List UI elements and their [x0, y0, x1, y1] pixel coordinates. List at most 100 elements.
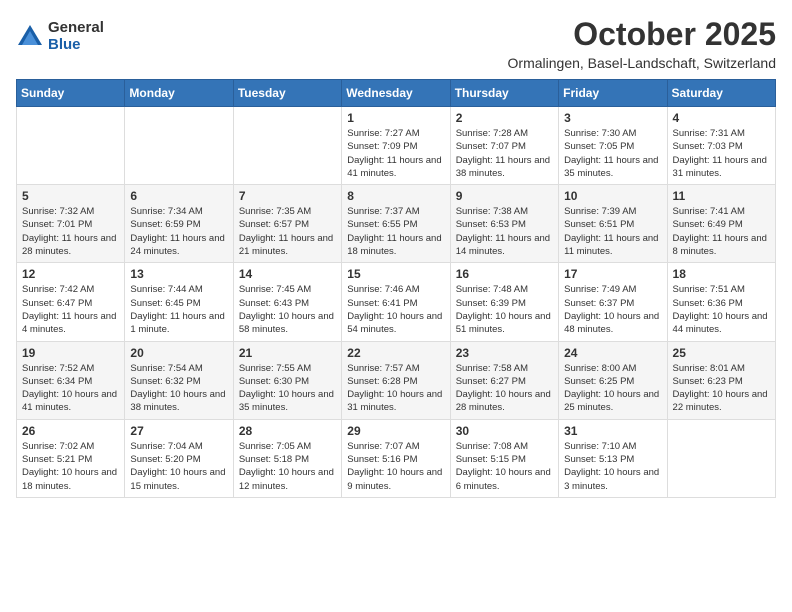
calendar-cell	[233, 107, 341, 185]
calendar-cell: 27Sunrise: 7:04 AM Sunset: 5:20 PM Dayli…	[125, 419, 233, 497]
day-number: 16	[456, 267, 553, 281]
calendar-cell: 2 Sunrise: 7:28 AM Sunset: 7:07 PM Daylig…	[450, 107, 558, 185]
calendar-cell: 30 Sunrise: 7:08 AM Sunset: 5:15 PM Dayli…	[450, 419, 558, 497]
col-friday: Friday	[559, 80, 667, 107]
calendar-cell: 25Sunrise: 8:01 AM Sunset: 6:23 PM Dayli…	[667, 341, 775, 419]
calendar-cell: 4 Sunrise: 7:31 AM Sunset: 7:03 PM Daylig…	[667, 107, 775, 185]
day-number: 31	[564, 424, 661, 438]
col-monday: Monday	[125, 80, 233, 107]
day-number: 23	[456, 346, 553, 360]
day-info: Sunrise: 7:39 AM Sunset: 6:51 PM Dayligh…	[564, 205, 661, 258]
calendar-cell: 18 Sunrise: 7:51 AM Sunset: 6:36 PM Dayli…	[667, 263, 775, 341]
col-wednesday: Wednesday	[342, 80, 450, 107]
day-info: Sunrise: 7:07 AM Sunset: 5:16 PM Dayligh…	[347, 440, 444, 493]
day-info: Sunrise: 7:46 AM Sunset: 6:41 PM Dayligh…	[347, 283, 444, 336]
day-info: Sunrise: 7:37 AM Sunset: 6:55 PM Dayligh…	[347, 205, 444, 258]
calendar-week-1: 1 Sunrise: 7:27 AM Sunset: 7:09 PM Daylig…	[17, 107, 776, 185]
day-info: Sunrise: 7:32 AM Sunset: 7:01 PM Dayligh…	[22, 205, 119, 258]
col-sunday: Sunday	[17, 80, 125, 107]
location-subtitle: Ormalingen, Basel-Landschaft, Switzerlan…	[508, 55, 776, 71]
day-info: Sunrise: 7:58 AM Sunset: 6:27 PM Dayligh…	[456, 362, 553, 415]
calendar-cell: 5 Sunrise: 7:32 AM Sunset: 7:01 PM Daylig…	[17, 185, 125, 263]
calendar-week-5: 26 Sunrise: 7:02 AM Sunset: 5:21 PM Dayli…	[17, 419, 776, 497]
day-number: 17	[564, 267, 661, 281]
day-number: 22	[347, 346, 444, 360]
calendar-cell: 24 Sunrise: 8:00 AM Sunset: 6:25 PM Dayli…	[559, 341, 667, 419]
day-number: 27	[130, 424, 227, 438]
calendar-cell	[667, 419, 775, 497]
day-number: 13	[130, 267, 227, 281]
day-info: Sunrise: 7:28 AM Sunset: 7:07 PM Dayligh…	[456, 127, 553, 180]
calendar-cell	[125, 107, 233, 185]
day-number: 19	[22, 346, 119, 360]
day-info: Sunrise: 7:55 AM Sunset: 6:30 PM Dayligh…	[239, 362, 336, 415]
day-info: Sunrise: 7:27 AM Sunset: 7:09 PM Dayligh…	[347, 127, 444, 180]
day-number: 12	[22, 267, 119, 281]
calendar-cell: 3Sunrise: 7:30 AM Sunset: 7:05 PM Daylig…	[559, 107, 667, 185]
day-info: Sunrise: 8:00 AM Sunset: 6:25 PM Dayligh…	[564, 362, 661, 415]
day-info: Sunrise: 7:08 AM Sunset: 5:15 PM Dayligh…	[456, 440, 553, 493]
day-info: Sunrise: 7:34 AM Sunset: 6:59 PM Dayligh…	[130, 205, 227, 258]
day-number: 26	[22, 424, 119, 438]
day-number: 4	[673, 111, 770, 125]
calendar-cell: 12 Sunrise: 7:42 AM Sunset: 6:47 PM Dayli…	[17, 263, 125, 341]
day-info: Sunrise: 7:42 AM Sunset: 6:47 PM Dayligh…	[22, 283, 119, 336]
calendar-cell: 16Sunrise: 7:48 AM Sunset: 6:39 PM Dayli…	[450, 263, 558, 341]
day-number: 18	[673, 267, 770, 281]
header: General Blue October 2025 Ormalingen, Ba…	[16, 16, 776, 71]
day-info: Sunrise: 7:44 AM Sunset: 6:45 PM Dayligh…	[130, 283, 227, 336]
day-number: 11	[673, 189, 770, 203]
day-info: Sunrise: 7:38 AM Sunset: 6:53 PM Dayligh…	[456, 205, 553, 258]
calendar-cell: 19Sunrise: 7:52 AM Sunset: 6:34 PM Dayli…	[17, 341, 125, 419]
calendar-cell: 21 Sunrise: 7:55 AM Sunset: 6:30 PM Dayli…	[233, 341, 341, 419]
day-info: Sunrise: 7:51 AM Sunset: 6:36 PM Dayligh…	[673, 283, 770, 336]
day-number: 1	[347, 111, 444, 125]
day-number: 8	[347, 189, 444, 203]
day-number: 10	[564, 189, 661, 203]
day-info: Sunrise: 7:30 AM Sunset: 7:05 PM Dayligh…	[564, 127, 661, 180]
calendar-cell: 11Sunrise: 7:41 AM Sunset: 6:49 PM Dayli…	[667, 185, 775, 263]
calendar-table: Sunday Monday Tuesday Wednesday Thursday…	[16, 79, 776, 498]
day-info: Sunrise: 7:02 AM Sunset: 5:21 PM Dayligh…	[22, 440, 119, 493]
day-number: 30	[456, 424, 553, 438]
logo-icon	[16, 23, 44, 51]
day-info: Sunrise: 7:31 AM Sunset: 7:03 PM Dayligh…	[673, 127, 770, 180]
calendar-cell: 14Sunrise: 7:45 AM Sunset: 6:43 PM Dayli…	[233, 263, 341, 341]
day-number: 9	[456, 189, 553, 203]
day-number: 24	[564, 346, 661, 360]
calendar-week-2: 5 Sunrise: 7:32 AM Sunset: 7:01 PM Daylig…	[17, 185, 776, 263]
day-number: 20	[130, 346, 227, 360]
title-area: October 2025 Ormalingen, Basel-Landschaf…	[508, 16, 776, 71]
calendar-cell: 13 Sunrise: 7:44 AM Sunset: 6:45 PM Dayli…	[125, 263, 233, 341]
col-tuesday: Tuesday	[233, 80, 341, 107]
day-info: Sunrise: 7:54 AM Sunset: 6:32 PM Dayligh…	[130, 362, 227, 415]
calendar-cell: 23 Sunrise: 7:58 AM Sunset: 6:27 PM Dayli…	[450, 341, 558, 419]
logo: General Blue	[16, 20, 104, 53]
calendar-cell: 7 Sunrise: 7:35 AM Sunset: 6:57 PM Daylig…	[233, 185, 341, 263]
day-number: 28	[239, 424, 336, 438]
calendar-cell: 28 Sunrise: 7:05 AM Sunset: 5:18 PM Dayli…	[233, 419, 341, 497]
day-number: 7	[239, 189, 336, 203]
calendar-cell: 31 Sunrise: 7:10 AM Sunset: 5:13 PM Dayli…	[559, 419, 667, 497]
day-number: 21	[239, 346, 336, 360]
month-title: October 2025	[508, 16, 776, 53]
day-number: 29	[347, 424, 444, 438]
calendar-cell: 8 Sunrise: 7:37 AM Sunset: 6:55 PM Daylig…	[342, 185, 450, 263]
day-info: Sunrise: 7:10 AM Sunset: 5:13 PM Dayligh…	[564, 440, 661, 493]
calendar-cell: 26 Sunrise: 7:02 AM Sunset: 5:21 PM Dayli…	[17, 419, 125, 497]
logo-blue: Blue	[48, 37, 104, 54]
day-info: Sunrise: 7:05 AM Sunset: 5:18 PM Dayligh…	[239, 440, 336, 493]
day-number: 5	[22, 189, 119, 203]
calendar-cell: 15Sunrise: 7:46 AM Sunset: 6:41 PM Dayli…	[342, 263, 450, 341]
calendar-cell: 6 Sunrise: 7:34 AM Sunset: 6:59 PM Daylig…	[125, 185, 233, 263]
day-number: 2	[456, 111, 553, 125]
day-info: Sunrise: 7:35 AM Sunset: 6:57 PM Dayligh…	[239, 205, 336, 258]
logo-text: General Blue	[48, 20, 104, 53]
calendar-cell: 10 Sunrise: 7:39 AM Sunset: 6:51 PM Dayli…	[559, 185, 667, 263]
logo-general: General	[48, 20, 104, 37]
day-info: Sunrise: 7:49 AM Sunset: 6:37 PM Dayligh…	[564, 283, 661, 336]
calendar-cell: 22Sunrise: 7:57 AM Sunset: 6:28 PM Dayli…	[342, 341, 450, 419]
day-info: Sunrise: 8:01 AM Sunset: 6:23 PM Dayligh…	[673, 362, 770, 415]
calendar-cell: 29 Sunrise: 7:07 AM Sunset: 5:16 PM Dayli…	[342, 419, 450, 497]
day-number: 6	[130, 189, 227, 203]
